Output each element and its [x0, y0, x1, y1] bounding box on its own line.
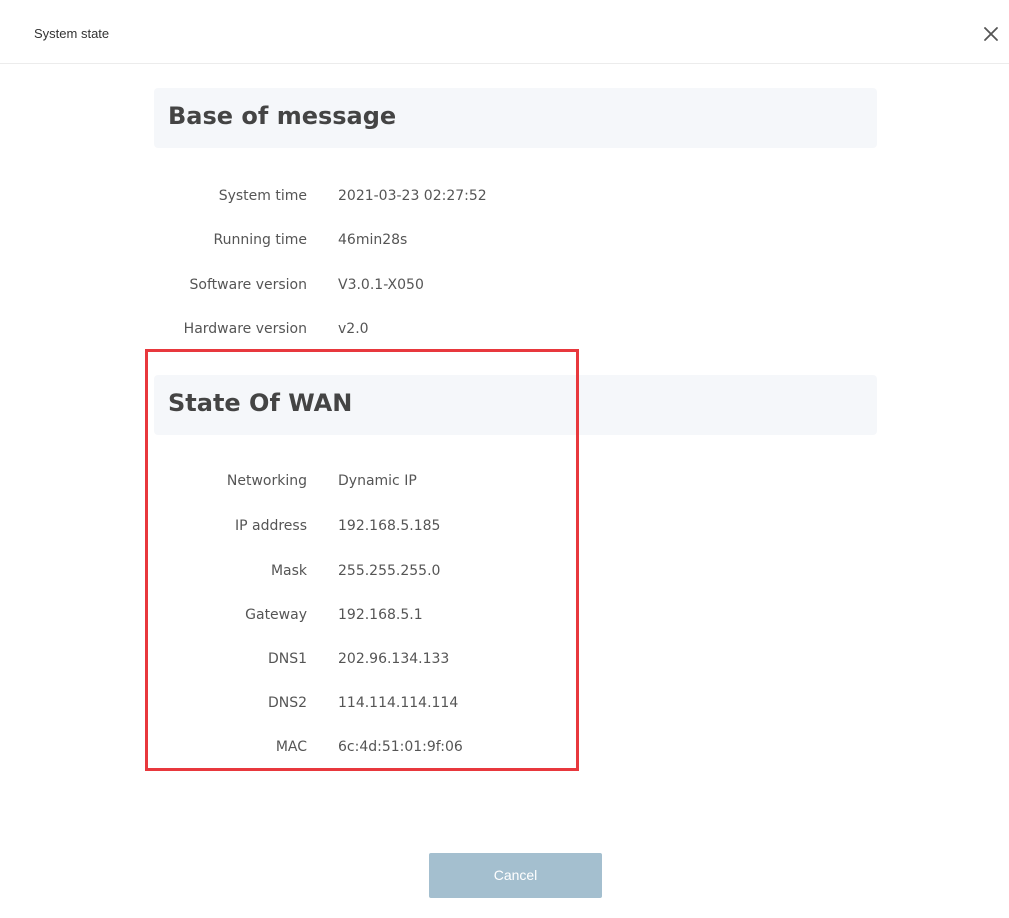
- section-title: State Of WAN: [168, 389, 353, 417]
- info-value: v2.0: [338, 321, 369, 337]
- info-value: 6c:4d:51:01:9f:06: [338, 739, 463, 755]
- info-label: Mask: [270, 563, 307, 579]
- info-label: Networking: [226, 473, 307, 489]
- info-value: Dynamic IP: [338, 473, 417, 489]
- info-value: 255.255.255.0: [338, 563, 441, 579]
- info-row-software-version: Software version V3.0.1-X050: [0, 277, 1009, 297]
- info-row-dns2: DNS2 114.114.114.114: [0, 695, 1009, 715]
- info-value: 114.114.114.114: [338, 695, 459, 711]
- info-label: System time: [218, 188, 307, 204]
- dialog-header: System state: [0, 0, 1009, 64]
- info-label: IP address: [234, 518, 307, 534]
- info-row-gateway: Gateway 192.168.5.1: [0, 607, 1009, 627]
- info-label: DNS2: [267, 695, 307, 711]
- state-of-wan-header: State Of WAN: [154, 375, 877, 435]
- dialog-title: System state: [34, 26, 110, 41]
- info-label: MAC: [275, 739, 307, 755]
- info-value: 192.168.5.1: [338, 607, 423, 623]
- base-of-message-header: Base of message: [154, 88, 877, 148]
- info-value: 192.168.5.185: [338, 518, 441, 534]
- info-row-networking: Networking Dynamic IP: [0, 473, 1009, 493]
- info-row-mac: MAC 6c:4d:51:01:9f:06: [0, 739, 1009, 759]
- info-value: 202.96.134.133: [338, 651, 450, 667]
- close-icon[interactable]: [979, 22, 1003, 46]
- cancel-button[interactable]: Cancel: [429, 853, 602, 898]
- info-row-dns1: DNS1 202.96.134.133: [0, 651, 1009, 671]
- info-label: Gateway: [245, 607, 307, 623]
- info-label: Running time: [213, 232, 307, 248]
- info-value: 2021-03-23 02:27:52: [338, 188, 487, 204]
- info-row-running-time: Running time 46min28s: [0, 232, 1009, 252]
- info-label: Hardware version: [183, 321, 307, 337]
- section-title: Base of message: [168, 102, 397, 130]
- info-value: V3.0.1-X050: [338, 277, 424, 293]
- info-row-system-time: System time 2021-03-23 02:27:52: [0, 188, 1009, 208]
- info-row-mask: Mask 255.255.255.0: [0, 563, 1009, 583]
- info-row-hardware-version: Hardware version v2.0: [0, 321, 1009, 341]
- system-state-dialog: System state Base of message System time…: [0, 0, 1009, 918]
- info-label: Software version: [189, 277, 307, 293]
- info-label: DNS1: [267, 651, 307, 667]
- info-row-ip-address: IP address 192.168.5.185: [0, 518, 1009, 538]
- info-value: 46min28s: [338, 232, 408, 248]
